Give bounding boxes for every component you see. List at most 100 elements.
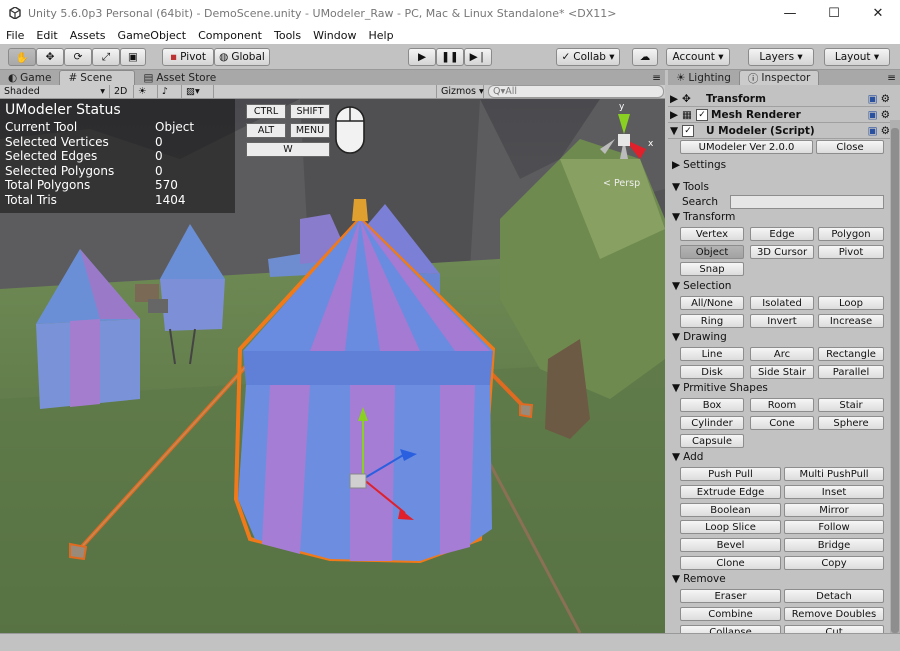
close-button[interactable]: ✕ — [856, 0, 900, 26]
pause-button[interactable]: ❚❚ — [436, 48, 464, 66]
bridge-button[interactable]: Bridge — [784, 538, 884, 552]
mode-2d-toggle[interactable]: 2D — [110, 85, 134, 98]
object-button[interactable]: Object — [680, 245, 744, 259]
pivot-toggle[interactable]: ▪ Pivot — [162, 48, 214, 66]
cut-button[interactable]: Cut — [784, 625, 884, 633]
version-button[interactable]: UModeler Ver 2.0.0 — [680, 140, 813, 154]
menu-tools[interactable]: Tools — [274, 29, 301, 42]
inset-button[interactable]: Inset — [784, 485, 884, 499]
parallel-button[interactable]: Parallel — [818, 365, 884, 379]
play-button[interactable]: ▶ — [408, 48, 436, 66]
menu-window[interactable]: Window — [313, 29, 356, 42]
step-button[interactable]: ▶❘ — [464, 48, 492, 66]
loop-slice-button[interactable]: Loop Slice — [680, 520, 781, 534]
capsule-button[interactable]: Capsule — [680, 434, 744, 448]
side-stair-button[interactable]: Side Stair — [750, 365, 814, 379]
add-foldout[interactable]: ▼ Add — [672, 451, 703, 463]
tab-scene[interactable]: # Scene — [59, 70, 136, 85]
effects-dropdown[interactable]: ▨▾ — [182, 85, 214, 98]
scene-viewport[interactable]: UModeler Status Current Tool Object Selec… — [0, 99, 665, 633]
eraser-button[interactable]: Eraser — [680, 589, 781, 603]
3d-cursor-button[interactable]: 3D Cursor — [750, 245, 814, 259]
remove-doubles-button[interactable]: Remove Doubles — [784, 607, 884, 621]
tab-lighting[interactable]: ☀ Lighting — [668, 70, 739, 85]
arc-button[interactable]: Arc — [750, 347, 814, 361]
enable-checkbox[interactable]: ✓ — [682, 124, 694, 137]
layers-dropdown[interactable]: Layers ▾ — [748, 48, 814, 66]
settings-foldout[interactable]: ▶ Settings — [672, 159, 726, 171]
menu-assets[interactable]: Assets — [70, 29, 106, 42]
collapse-button[interactable]: Collapse — [680, 625, 781, 633]
cylinder-button[interactable]: Cylinder — [680, 416, 744, 430]
ring-button[interactable]: Ring — [680, 314, 744, 328]
vertex-button[interactable]: Vertex — [680, 227, 744, 241]
hand-tool-button[interactable]: ✋ — [8, 48, 36, 66]
gizmos-dropdown[interactable]: Gizmos ▾ — [436, 85, 484, 98]
edge-button[interactable]: Edge — [750, 227, 814, 241]
help-book-icon[interactable]: ▣ — [868, 109, 878, 121]
tab-game[interactable]: ◐ Game — [0, 70, 59, 85]
lighting-toggle[interactable]: ☀ — [134, 85, 158, 98]
menu-component[interactable]: Component — [198, 29, 262, 42]
rectangle-button[interactable]: Rectangle — [818, 347, 884, 361]
rotate-tool-button[interactable]: ⟳ — [64, 48, 92, 66]
component-transform[interactable]: ▶ ✥ Transform ▣ ⚙ — [668, 91, 890, 107]
rect-tool-button[interactable]: ▣ — [120, 48, 146, 66]
audio-toggle[interactable]: ♪ — [158, 85, 182, 98]
room-button[interactable]: Room — [750, 398, 814, 412]
follow-button[interactable]: Follow — [784, 520, 884, 534]
account-dropdown[interactable]: Account ▾ — [666, 48, 730, 66]
transform-foldout[interactable]: ▼ Transform — [672, 211, 735, 223]
invert-button[interactable]: Invert — [750, 314, 814, 328]
copy-button[interactable]: Copy — [784, 556, 884, 570]
help-book-icon[interactable]: ▣ — [868, 93, 878, 105]
shading-dropdown[interactable]: Shaded ▾ — [0, 85, 110, 98]
bevel-button[interactable]: Bevel — [680, 538, 781, 552]
push-pull-button[interactable]: Push Pull — [680, 467, 781, 481]
loop-button[interactable]: Loop — [818, 296, 884, 310]
increase-button[interactable]: Increase — [818, 314, 884, 328]
box-button[interactable]: Box — [680, 398, 744, 412]
mirror-button[interactable]: Mirror — [784, 503, 884, 517]
gear-icon[interactable]: ⚙ — [881, 93, 890, 105]
primitive-shapes-foldout[interactable]: ▼ Prmitive Shapes — [672, 382, 768, 394]
disk-button[interactable]: Disk — [680, 365, 744, 379]
line-button[interactable]: Line — [680, 347, 744, 361]
component-umodeler[interactable]: ▼ ✓ U Modeler (Script) ▣ ⚙ — [668, 123, 890, 139]
clone-button[interactable]: Clone — [680, 556, 781, 570]
inspector-menu-icon[interactable]: ≡ — [883, 70, 900, 85]
all-none-button[interactable]: All/None — [680, 296, 744, 310]
menu-gameobject[interactable]: GameObject — [118, 29, 187, 42]
tab-menu-icon[interactable]: ≡ — [648, 70, 665, 85]
menu-edit[interactable]: Edit — [36, 29, 57, 42]
layout-dropdown[interactable]: Layout ▾ — [824, 48, 890, 66]
gear-icon[interactable]: ⚙ — [881, 125, 890, 137]
tools-search-input[interactable] — [730, 195, 884, 209]
remove-foldout[interactable]: ▼ Remove — [672, 573, 726, 585]
boolean-button[interactable]: Boolean — [680, 503, 781, 517]
detach-button[interactable]: Detach — [784, 589, 884, 603]
isolated-button[interactable]: Isolated — [750, 296, 814, 310]
inspector-scroll-thumb[interactable] — [891, 128, 899, 633]
tools-foldout[interactable]: ▼ Tools — [672, 181, 709, 193]
polygon-button[interactable]: Polygon — [818, 227, 884, 241]
scale-tool-button[interactable]: ⤢ — [92, 48, 120, 66]
cone-button[interactable]: Cone — [750, 416, 814, 430]
maximize-button[interactable]: ☐ — [812, 0, 856, 26]
global-toggle[interactable]: ◍ Global — [214, 48, 270, 66]
tab-asset-store[interactable]: ▤ Asset Store — [135, 70, 224, 85]
drawing-foldout[interactable]: ▼ Drawing — [672, 331, 727, 343]
component-mesh-renderer[interactable]: ▶ ▦ ✓ Mesh Renderer ▣ ⚙ — [668, 107, 890, 123]
help-book-icon[interactable]: ▣ — [868, 125, 878, 137]
move-tool-button[interactable]: ✥ — [36, 48, 64, 66]
scene-search-input[interactable]: Q▾All — [488, 85, 664, 98]
persp-label[interactable]: < Persp — [603, 178, 640, 189]
combine-button[interactable]: Combine — [680, 607, 781, 621]
snap-button[interactable]: Snap — [680, 262, 744, 276]
tab-inspector[interactable]: ⓘ Inspector — [738, 70, 819, 85]
selection-foldout[interactable]: ▼ Selection — [672, 280, 731, 292]
sphere-button[interactable]: Sphere — [818, 416, 884, 430]
minimize-button[interactable]: — — [768, 0, 812, 26]
multi-pushpull-button[interactable]: Multi PushPull — [784, 467, 884, 481]
menu-file[interactable]: File — [6, 29, 24, 42]
